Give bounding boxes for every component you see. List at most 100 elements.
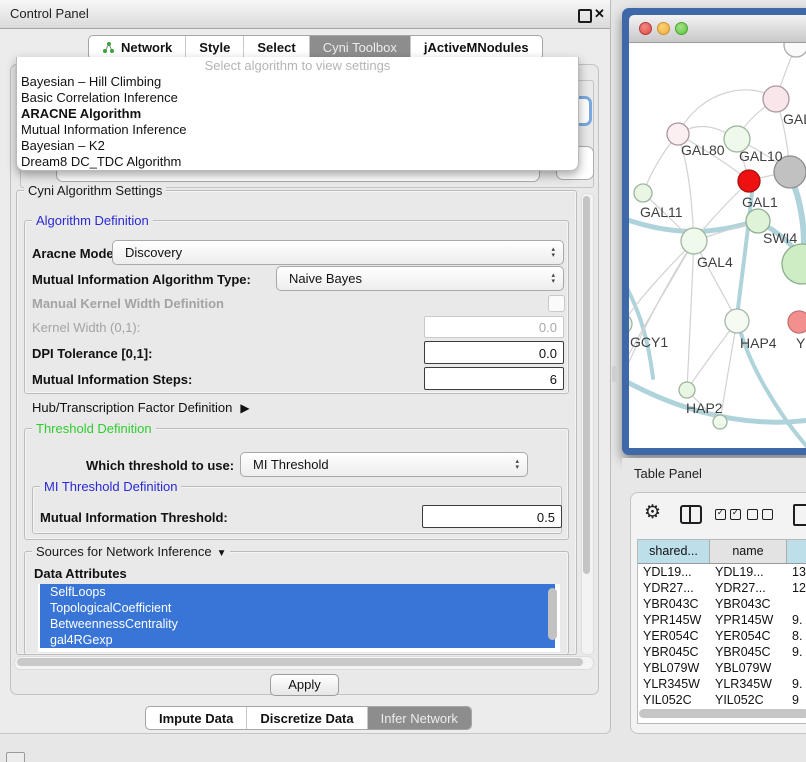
attribute-item-betweennesscentrality[interactable]: BetweennessCentrality — [40, 616, 555, 632]
aracne-mode-select[interactable]: Discovery ▴▾ — [112, 240, 564, 265]
vertical-scrollbar-thumb[interactable] — [583, 196, 590, 574]
tab-select[interactable]: Select — [244, 36, 309, 59]
node-label-gal1: GAL1 — [742, 194, 778, 210]
network-node-y[interactable] — [788, 311, 806, 333]
zoom-light-icon[interactable] — [675, 22, 688, 35]
attributes-list-scrollbar[interactable] — [548, 588, 557, 640]
table-row[interactable]: YBL079WYBL079W — [638, 660, 806, 676]
node-table: shared...name YDL19...YDL19...13YDR27...… — [637, 539, 806, 724]
cell: YBR043C — [710, 596, 787, 612]
cell: YPR145W — [710, 612, 787, 628]
network-node-gcy1[interactable] — [629, 314, 632, 334]
tab-label: Network — [121, 40, 172, 55]
manual-kernel-checkbox[interactable] — [548, 295, 565, 312]
control-panel: Control Panel Network StyleSelectCyni Too… — [0, 0, 611, 734]
column-header-shared[interactable]: shared... — [638, 540, 710, 563]
network-node[interactable] — [782, 244, 806, 284]
bottom-tab-bar: Impute DataDiscretize DataInfer Network — [145, 706, 472, 730]
float-panel-icon[interactable] — [578, 9, 592, 23]
tab-impute-data[interactable]: Impute Data — [146, 707, 247, 729]
tab-style[interactable]: Style — [186, 36, 244, 59]
split-pane-handle[interactable] — [612, 366, 617, 382]
network-node-hap4[interactable] — [725, 309, 749, 333]
cell: 9. — [787, 644, 806, 660]
network-graph[interactable]: GALGAL80GAL10GAL1GAL11SWI4GAL4GCY1HAP4YH… — [629, 43, 806, 448]
data-attributes-label: Data Attributes — [34, 566, 127, 581]
attribute-item-gal4rgexp[interactable]: gal4RGexp — [40, 632, 555, 648]
new-document-icon[interactable] — [793, 504, 806, 526]
kernel-width-label: Kernel Width (0,1): — [32, 320, 140, 335]
algorithm-option-basic-correlation-inference[interactable]: Basic Correlation Inference — [17, 90, 578, 106]
tab-discretize-data[interactable]: Discretize Data — [247, 707, 367, 729]
algorithm-option-dream8-dc-tdc-algorithm[interactable]: Dream8 DC_TDC Algorithm — [17, 154, 578, 170]
algorithm-option-aracne-algorithm[interactable]: ARACNE Algorithm — [17, 106, 578, 122]
network-edge — [687, 241, 694, 390]
uncheck-all-icon[interactable] — [747, 509, 773, 520]
algorithm-option-bayesian-k2[interactable]: Bayesian – K2 — [17, 138, 578, 154]
algorithm-option-mutual-information-inference[interactable]: Mutual Information Inference — [17, 122, 578, 138]
table-row[interactable]: YDL19...YDL19...13 — [638, 564, 806, 580]
table-row[interactable]: YBR045CYBR045C9. — [638, 644, 806, 660]
check-all-icon[interactable] — [715, 509, 741, 520]
table-row[interactable]: YIL052CYIL052C9 — [638, 692, 806, 706]
network-node-gal4[interactable] — [681, 228, 707, 254]
mi-threshold-group-title: MI Threshold Definition — [40, 479, 181, 494]
mi-threshold-input[interactable]: 0.5 — [422, 505, 562, 528]
algorithm-definition-title: Algorithm Definition — [32, 213, 153, 228]
settings-horizontal-scrollbar[interactable] — [14, 656, 594, 670]
tab-network[interactable]: Network — [89, 36, 186, 59]
settings-gear-icon[interactable] — [644, 501, 661, 524]
network-edge — [629, 276, 653, 378]
dpi-tolerance-input[interactable]: 0.0 — [424, 341, 564, 364]
cell — [787, 660, 806, 676]
cell: 8. — [787, 628, 806, 644]
network-window-titlebar[interactable] — [629, 15, 806, 43]
cell: 9 — [787, 692, 806, 706]
settings-vertical-scrollbar[interactable] — [581, 193, 594, 655]
mi-steps-input[interactable]: 6 — [424, 367, 564, 390]
network-canvas[interactable]: GALGAL80GAL10GAL1GAL11SWI4GAL4GCY1HAP4YH… — [629, 43, 806, 448]
sources-group-title[interactable]: Sources for Network Inference — [32, 544, 230, 559]
apply-button[interactable]: Apply — [270, 674, 339, 696]
column-header-name[interactable]: name — [710, 540, 787, 563]
algorithm-options: Bayesian – Hill ClimbingBasic Correlatio… — [17, 74, 578, 170]
network-node-gal[interactable] — [763, 86, 789, 112]
table-row[interactable]: YBR043CYBR043C — [638, 596, 806, 612]
network-node[interactable] — [784, 43, 806, 57]
split-columns-icon[interactable] — [680, 505, 702, 524]
cell: YLR345W — [638, 676, 710, 692]
mi-algorithm-type-select[interactable]: Naive Bayes ▴▾ — [276, 266, 564, 291]
dropdown-placeholder: Select algorithm to view settings — [17, 58, 578, 74]
tab-label: jActiveMNodules — [424, 40, 529, 55]
control-panel-titlebar: Control Panel — [0, 0, 610, 29]
cell: YBR045C — [638, 644, 710, 660]
attribute-item-selfloops[interactable]: SelfLoops — [40, 584, 555, 600]
node-label-y: Y — [796, 335, 806, 351]
network-node[interactable] — [713, 415, 727, 429]
close-panel-icon[interactable] — [594, 6, 605, 22]
which-threshold-label: Which threshold to use: — [86, 458, 234, 473]
network-node-gal11[interactable] — [634, 184, 652, 202]
close-light-icon[interactable] — [639, 22, 652, 35]
tab-jactivemnodules[interactable]: jActiveMNodules — [411, 36, 542, 59]
algorithm-option-bayesian-hill-climbing[interactable]: Bayesian – Hill Climbing — [17, 74, 578, 90]
hub-definition-toggle[interactable]: Hub/Transcription Factor Definition — [32, 400, 250, 415]
tab-cyni-toolbox[interactable]: Cyni Toolbox — [310, 36, 411, 59]
column-header-extra[interactable] — [787, 540, 806, 563]
table-row[interactable]: YDR27...YDR27...12 — [638, 580, 806, 596]
horizontal-scrollbar-thumb[interactable] — [17, 658, 583, 666]
kernel-width-input[interactable]: 0.0 — [424, 316, 564, 338]
attribute-item-topologicalcoefficient[interactable]: TopologicalCoefficient — [40, 600, 555, 616]
network-node-hap2[interactable] — [679, 382, 695, 398]
screen: Control Panel Network StyleSelectCyni Too… — [0, 0, 806, 762]
tab-infer-network[interactable]: Infer Network — [368, 707, 471, 729]
minimized-panel-icon[interactable] — [6, 752, 25, 762]
table-horizontal-scrollbar[interactable] — [639, 709, 806, 718]
network-node-gal1[interactable] — [738, 170, 760, 192]
minimize-light-icon[interactable] — [657, 22, 670, 35]
network-view-window[interactable]: GALGAL80GAL10GAL1GAL11SWI4GAL4GCY1HAP4YH… — [622, 8, 806, 455]
table-row[interactable]: YER054CYER054C8. — [638, 628, 806, 644]
table-row[interactable]: YPR145WYPR145W9. — [638, 612, 806, 628]
which-threshold-select[interactable]: MI Threshold ▴▾ — [240, 452, 528, 477]
table-row[interactable]: YLR345WYLR345W9. — [638, 676, 806, 692]
